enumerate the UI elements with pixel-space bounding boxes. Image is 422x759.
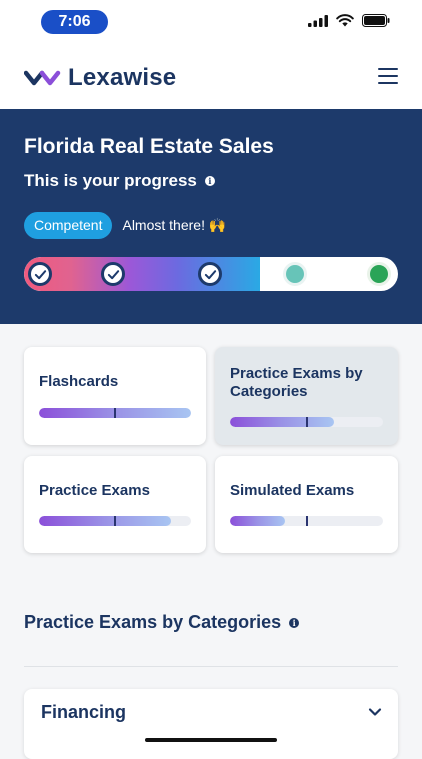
- card-progress-fill: [39, 516, 172, 526]
- section-title-text: Practice Exams by Categories: [24, 612, 282, 632]
- progress-track: [24, 257, 398, 291]
- battery-icon: [362, 14, 390, 27]
- status-time: 7:06: [41, 10, 108, 34]
- section-title: Practice Exams by Categories i: [24, 612, 300, 633]
- card-practice-exams-by-categories[interactable]: Practice Exams by Categories: [215, 347, 398, 445]
- milestone-4-dot: [283, 262, 307, 286]
- course-title: Florida Real Estate Sales: [24, 135, 274, 158]
- card-flashcards[interactable]: Flashcards: [24, 347, 206, 445]
- milestone-1-check-icon: [28, 262, 52, 286]
- card-progress-bar: [39, 408, 191, 418]
- card-title: Practice Exams by Categories: [230, 365, 363, 400]
- lexawise-logo-icon: [24, 70, 61, 86]
- card-progress-bar: [39, 516, 191, 526]
- card-title: Flashcards: [39, 373, 119, 390]
- divider: [24, 666, 398, 667]
- progress-fill: [24, 257, 260, 291]
- logo-text: Lexawise: [68, 64, 177, 91]
- home-indicator: [145, 738, 277, 742]
- card-progress-fill: [230, 417, 335, 427]
- progress-heading: This is your progress i: [24, 171, 215, 191]
- accordion-title: Financing: [41, 702, 126, 722]
- card-progress-bar: [230, 417, 383, 427]
- card-progress-bar: [230, 516, 383, 526]
- level-note: Almost there! 🙌: [122, 217, 227, 233]
- card-practice-exams[interactable]: Practice Exams: [24, 456, 206, 553]
- logo[interactable]: Lexawise: [24, 64, 176, 92]
- status-bar: 7:06: [0, 0, 422, 46]
- level-row: Competent Almost there! 🙌: [24, 212, 226, 239]
- card-title: Simulated Exams: [230, 482, 355, 499]
- info-icon[interactable]: i: [289, 617, 300, 628]
- card-progress-marker: [114, 516, 116, 526]
- level-badge: Competent: [24, 212, 113, 239]
- hamburger-menu-icon[interactable]: [378, 68, 398, 84]
- card-title: Practice Exams: [39, 482, 150, 499]
- milestone-3-check-icon: [198, 262, 222, 286]
- card-progress-marker: [114, 408, 116, 418]
- chevron-down-icon[interactable]: [368, 705, 382, 719]
- card-progress-fill: [230, 516, 286, 526]
- progress-heading-text: This is your progress: [24, 171, 197, 190]
- accordion-item-financing[interactable]: Financing: [24, 689, 398, 759]
- info-icon[interactable]: i: [204, 176, 215, 186]
- card-simulated-exams[interactable]: Simulated Exams: [215, 456, 398, 553]
- wifi-icon: [336, 14, 354, 27]
- progress-hero: Florida Real Estate Sales This is your p…: [0, 109, 422, 324]
- card-progress-marker: [305, 417, 308, 427]
- card-progress-marker: [305, 516, 308, 526]
- milestone-goal-dot: [367, 262, 391, 286]
- cellular-signal-icon: [308, 14, 328, 27]
- app-header: Lexawise: [0, 46, 422, 109]
- status-icons: [308, 14, 390, 27]
- milestone-2-check-icon: [101, 262, 125, 286]
